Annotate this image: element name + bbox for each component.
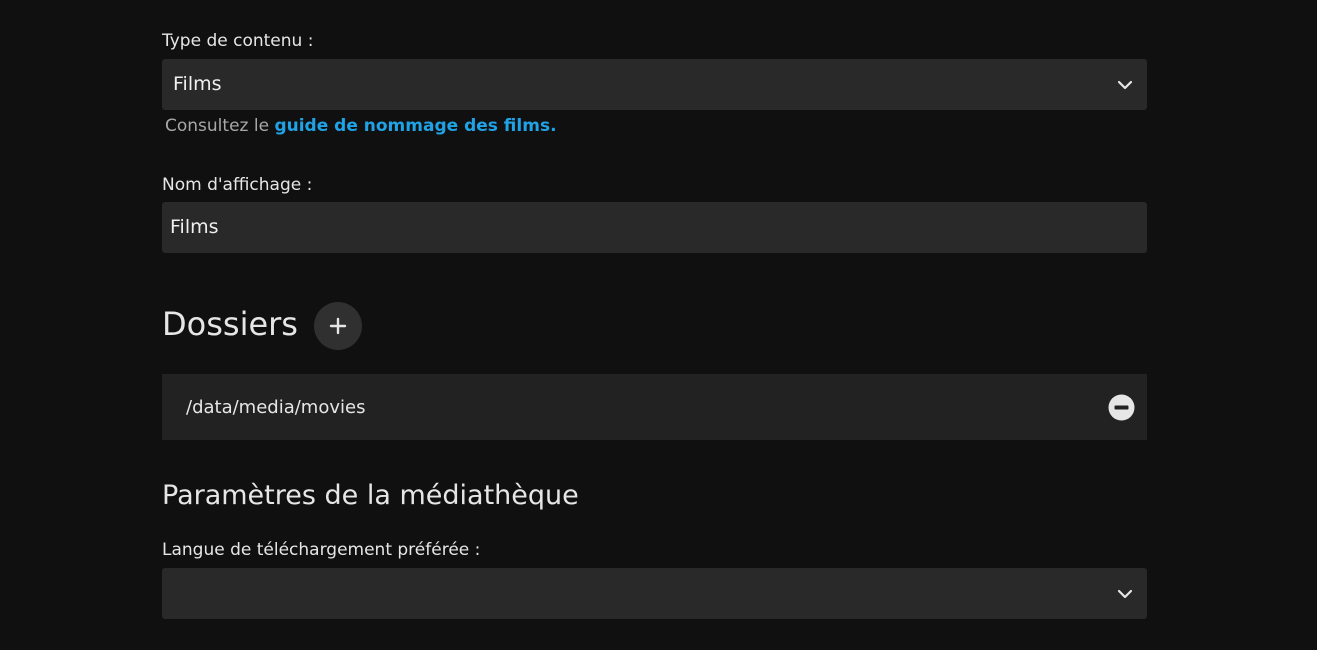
preferred-language-select[interactable] <box>162 568 1147 619</box>
library-settings-title: Paramètres de la médiathèque <box>162 480 579 511</box>
display-name-label: Nom d'affichage : <box>162 175 313 195</box>
hint-suffix: . <box>550 116 557 136</box>
chevron-down-icon <box>1117 589 1133 599</box>
chevron-down-icon <box>1117 80 1133 90</box>
add-folder-button[interactable] <box>314 302 362 350</box>
hint-prefix: Consultez le <box>165 116 275 136</box>
naming-guide-hint: Consultez le guide de nommage des films. <box>165 116 557 136</box>
minus-circle-icon <box>1108 394 1135 421</box>
content-type-label: Type de contenu : <box>162 31 314 51</box>
naming-guide-link[interactable]: guide de nommage des films <box>274 116 550 136</box>
display-name-value: Films <box>170 216 219 238</box>
content-type-value: Films <box>173 73 222 95</box>
remove-folder-button[interactable] <box>1108 394 1135 421</box>
preferred-language-label: Langue de téléchargement préférée : <box>162 540 481 560</box>
content-type-select[interactable]: Films <box>162 59 1147 110</box>
plus-icon <box>329 317 347 335</box>
folder-path: /data/media/movies <box>186 397 366 418</box>
display-name-input[interactable]: Films <box>162 202 1147 253</box>
folder-item: /data/media/movies <box>162 374 1147 440</box>
folders-title: Dossiers <box>162 305 298 343</box>
